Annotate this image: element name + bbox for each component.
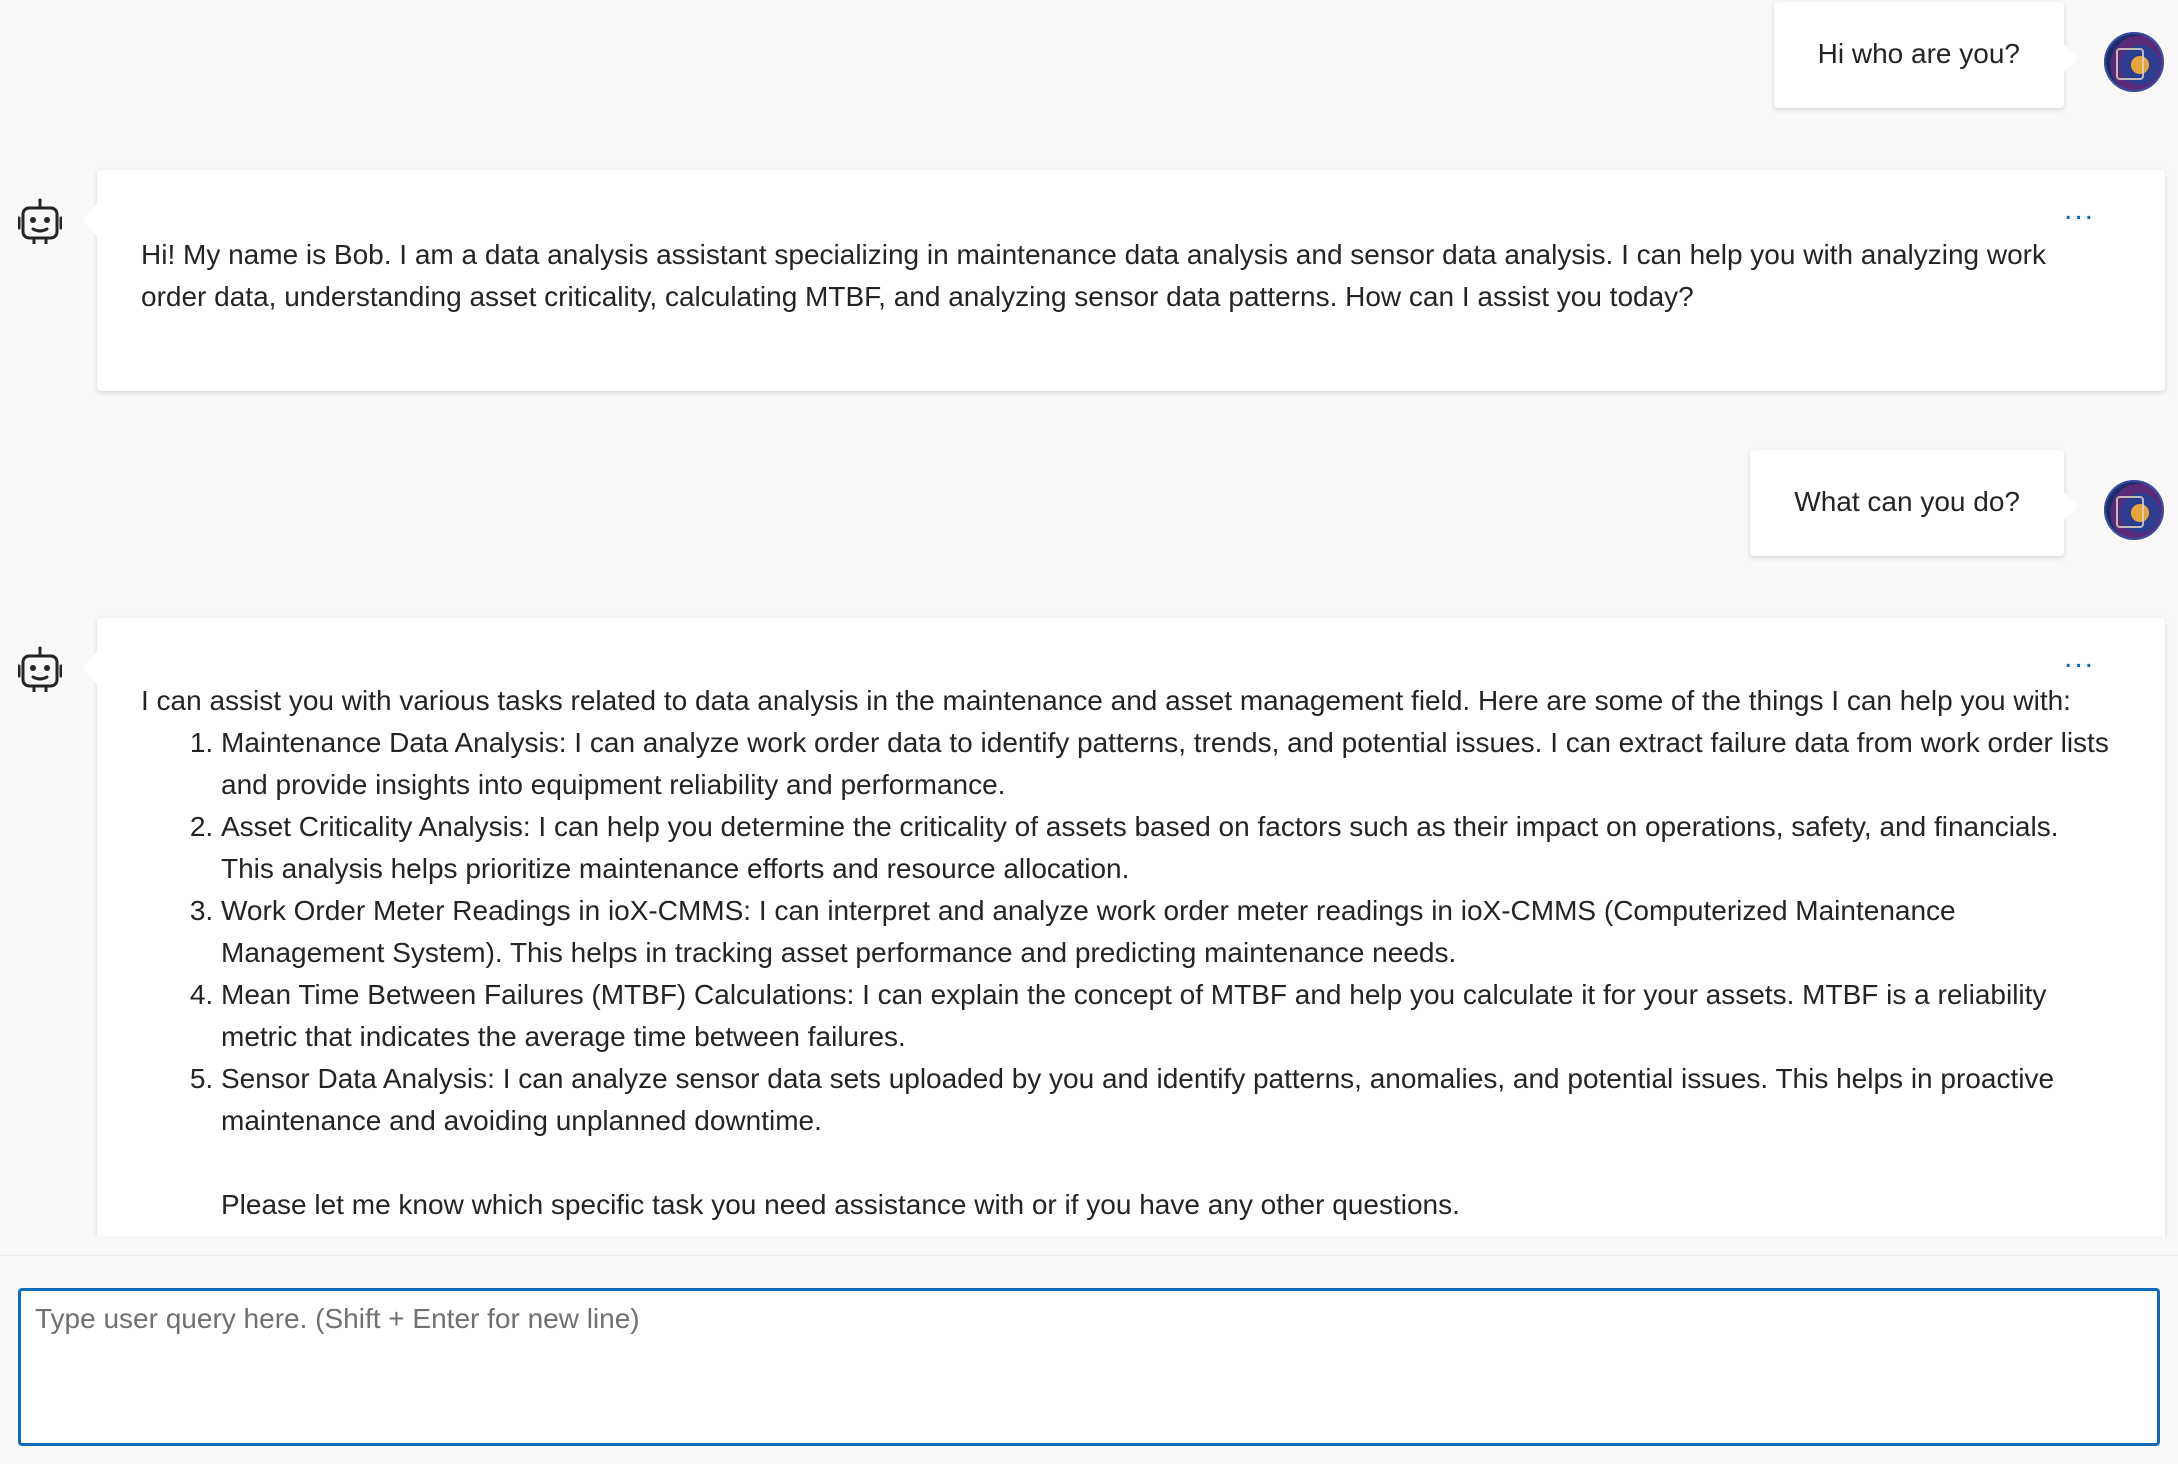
bot-message-bubble: ... I can assist you with various tasks …: [81, 618, 2165, 1236]
chat-transcript[interactable]: Hi who are you? ... Hi! My name is Bob. …: [0, 0, 2178, 1236]
list-item: Mean Time Between Failures (MTBF) Calcul…: [221, 974, 2117, 1058]
bot-message-bubble: ... Hi! My name is Bob. I am a data anal…: [81, 170, 2165, 391]
user-message-bubble: Hi who are you?: [1773, 2, 2079, 108]
list-item: Maintenance Data Analysis: I can analyze…: [221, 722, 2117, 806]
bot-icon: [18, 646, 62, 692]
user-message-bubble: What can you do?: [1750, 450, 2078, 556]
list-item: Sensor Data Analysis: I can analyze sens…: [221, 1058, 2117, 1142]
list-item: Asset Criticality Analysis: I can help y…: [221, 806, 2117, 890]
query-input[interactable]: [18, 1288, 2160, 1446]
user-message: Hi who are you?: [1773, 2, 2178, 108]
user-message: What can you do?: [1750, 450, 2178, 556]
bot-message-closing: Please let me know which specific task y…: [221, 1189, 1460, 1220]
user-avatar: [2104, 32, 2164, 92]
bot-message-text: Hi! My name is Bob. I am a data analysis…: [141, 239, 2046, 312]
bot-message-intro: I can assist you with various tasks rela…: [141, 685, 2071, 716]
composer-divider: [0, 1255, 2178, 1256]
user-avatar: [2104, 480, 2164, 540]
user-message-text: Hi who are you?: [1817, 38, 2020, 69]
more-options-icon[interactable]: ...: [2064, 195, 2095, 225]
capabilities-list: Maintenance Data Analysis: I can analyze…: [141, 722, 2117, 1142]
list-item: Work Order Meter Readings in ioX-CMMS: I…: [221, 890, 2117, 974]
user-message-text: What can you do?: [1794, 486, 2020, 517]
more-options-icon[interactable]: ...: [2064, 643, 2095, 673]
bot-icon: [18, 198, 62, 244]
